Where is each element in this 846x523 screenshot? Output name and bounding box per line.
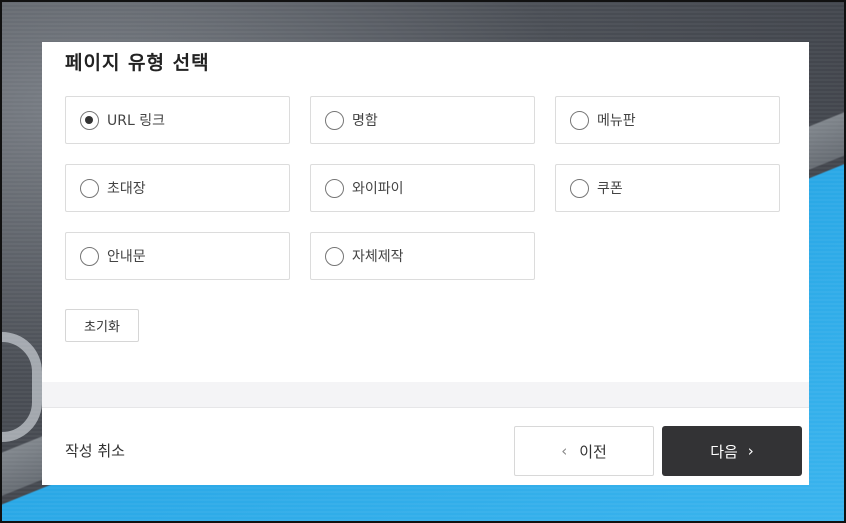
option-label: 명함 [352,113,378,129]
option-invitation[interactable]: 초대장 [65,164,290,212]
radio-icon[interactable] [570,110,589,130]
option-label: 자체제작 [352,249,404,265]
radio-icon[interactable] [325,246,344,266]
option-label: 쿠폰 [597,181,623,197]
chevron-right-icon: › [747,441,754,460]
modal-title: 페이지 유형 선택 [65,52,210,74]
option-menu-board[interactable]: 메뉴판 [555,96,780,144]
section-spacer [42,382,809,407]
option-label: 메뉴판 [597,113,636,129]
reset-button[interactable]: 초기화 [65,309,139,342]
option-wifi[interactable]: 와이파이 [310,164,535,212]
next-button[interactable]: 다음 › [662,426,802,476]
radio-icon[interactable] [570,178,589,198]
radio-icon[interactable] [80,178,99,198]
option-coupon[interactable]: 쿠폰 [555,164,780,212]
radio-checked-icon[interactable] [80,110,99,130]
option-label: 초대장 [107,181,146,197]
next-label: 다음 [710,442,738,461]
option-notice[interactable]: 안내문 [65,232,290,280]
option-url-link[interactable]: URL 링크 [65,96,290,144]
option-business-card[interactable]: 명함 [310,96,535,144]
option-label: 안내문 [107,249,146,265]
option-label: URL 링크 [107,113,165,129]
radio-icon[interactable] [325,110,344,130]
radio-icon[interactable] [325,178,344,198]
radio-icon[interactable] [80,246,99,266]
option-custom[interactable]: 자체제작 [310,232,535,280]
option-label: 와이파이 [352,181,404,197]
cancel-link[interactable]: 작성 취소 [65,440,125,461]
page-type-modal: 페이지 유형 선택 URL 링크 명함 메뉴판 초대장 와이파이 쿠폰 안내문 [42,42,809,485]
footer-divider [42,407,809,408]
prev-button[interactable]: ‹ 이전 [514,426,654,476]
chevron-left-icon: ‹ [561,441,568,460]
screen-frame: 페이지 유형 선택 URL 링크 명함 메뉴판 초대장 와이파이 쿠폰 안내문 [0,0,846,523]
prev-label: 이전 [579,442,607,461]
